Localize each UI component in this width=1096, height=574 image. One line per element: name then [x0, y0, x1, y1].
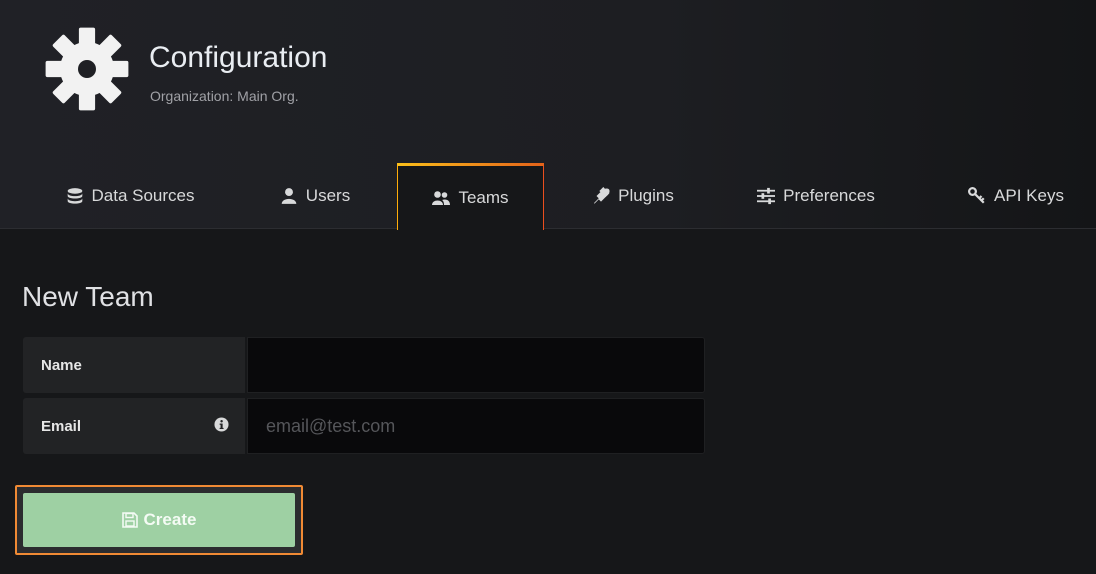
page-subtitle: Organization: Main Org. [150, 88, 299, 104]
tab-teams[interactable]: Teams [397, 163, 544, 230]
config-tabs: Data Sources Users Teams Plugins Prefere… [0, 163, 1096, 230]
tab-data-sources[interactable]: Data Sources [40, 163, 220, 229]
user-icon [281, 188, 297, 204]
gear-icon [45, 27, 129, 111]
save-icon [121, 512, 138, 528]
tab-users[interactable]: Users [255, 163, 375, 229]
email-label: Email [41, 417, 82, 435]
users-icon [432, 191, 451, 205]
tab-plugins[interactable]: Plugins [568, 163, 698, 229]
tab-api-keys[interactable]: API Keys [946, 163, 1086, 229]
email-label-container: Email [23, 398, 245, 454]
sliders-icon [757, 187, 776, 205]
create-button-label: Create [143, 510, 197, 529]
name-label: Name [23, 337, 245, 393]
page-header: Configuration Organization: Main Org. Da… [0, 0, 1096, 230]
plug-icon [594, 187, 610, 204]
tab-plugins-label: Plugins [618, 186, 674, 205]
key-icon [968, 187, 985, 204]
tab-data-sources-label: Data Sources [91, 186, 195, 205]
create-button[interactable]: Create [23, 493, 295, 547]
name-row: Name [23, 337, 705, 393]
name-field[interactable] [247, 337, 705, 393]
tab-teams-label: Teams [458, 188, 509, 207]
tab-api-keys-label: API Keys [994, 186, 1064, 205]
database-icon [67, 188, 82, 204]
tab-users-label: Users [305, 186, 351, 205]
info-icon[interactable] [214, 417, 229, 432]
create-button-focus-ring: Create [15, 485, 303, 555]
page: Configuration Organization: Main Org. Da… [0, 0, 1096, 574]
tab-preferences-label: Preferences [783, 186, 875, 205]
tab-preferences[interactable]: Preferences [726, 163, 906, 229]
page-title: Configuration [149, 41, 328, 74]
email-field[interactable] [247, 398, 705, 454]
email-row: Email [23, 398, 705, 454]
form-heading: New Team [22, 281, 154, 312]
